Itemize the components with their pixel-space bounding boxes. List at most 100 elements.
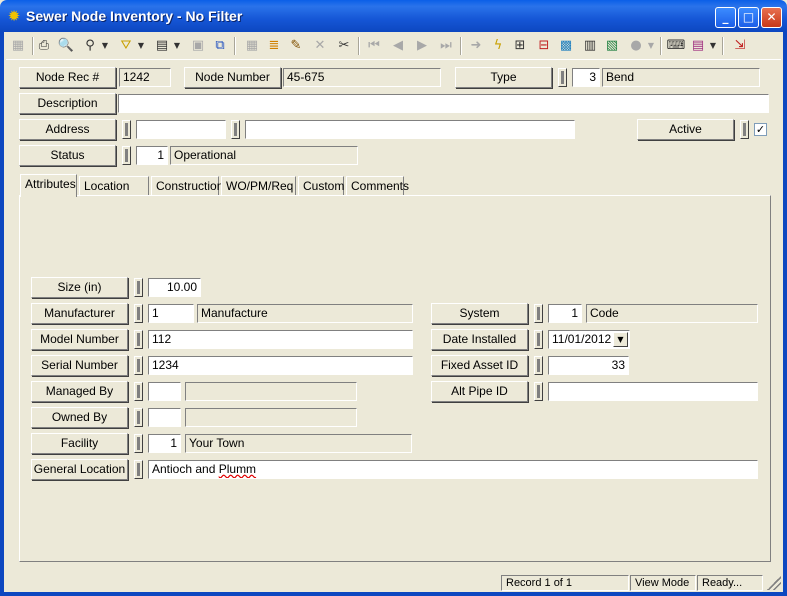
first-record-icon[interactable]: ⏮ [364,36,384,56]
last-record-icon[interactable]: ⏭ [436,36,456,56]
address-street-field[interactable] [245,120,575,139]
hierarchy-icon[interactable]: ⊟ [534,36,554,56]
tab-construction[interactable]: Construction [151,176,223,196]
owned-by-code-field[interactable] [148,408,181,427]
print-icon[interactable]: ⎙ [34,36,54,56]
find-icon[interactable]: ⚲ [80,36,100,56]
street-lookup-handle[interactable] [231,120,240,139]
status-lookup-handle[interactable] [122,146,131,165]
tab-location[interactable]: Location [79,176,149,196]
general-location-lookup-handle[interactable] [134,460,143,479]
maximize-button[interactable]: □ [738,7,759,28]
duplicate-icon[interactable]: ⧉ [210,36,230,56]
type-lookup-handle[interactable] [558,68,567,87]
type-button[interactable]: Type [455,67,552,88]
size-button[interactable]: Size (in) [31,277,128,298]
save-icon[interactable]: ▦ [242,36,262,56]
tab-custom[interactable]: Custom [298,176,344,196]
owned-by-button[interactable]: Owned By [31,407,128,428]
find-dropdown-icon[interactable]: ▼ [100,36,110,56]
report-icon[interactable]: ▤ [152,36,172,56]
system-lookup-handle[interactable] [534,304,543,323]
next-record-icon[interactable]: ▶ [412,36,432,56]
system-button[interactable]: System [431,303,528,324]
globe-icon[interactable]: ● [626,36,646,56]
general-location-button[interactable]: General Location [31,459,128,480]
facility-button[interactable]: Facility [31,433,128,454]
facility-lookup-handle[interactable] [134,434,143,453]
minimize-button[interactable]: _ [715,7,736,28]
alt-pipe-lookup-handle[interactable] [534,382,543,401]
serial-lookup-handle[interactable] [134,356,143,375]
serial-number-field[interactable]: 1234 [148,356,413,375]
layers-icon[interactable]: ≣ [264,36,284,56]
managed-by-button[interactable]: Managed By [31,381,128,402]
copy-record-icon[interactable]: ▣ [188,36,208,56]
tab-attributes[interactable]: Attributes [20,174,77,197]
globe-dropdown-icon[interactable]: ▼ [646,36,656,56]
active-button[interactable]: Active [637,119,734,140]
tab-wo-pm-req[interactable]: WO/PM/Req [221,176,296,196]
new-record-icon[interactable]: ▦ [8,36,28,56]
close-button[interactable]: ✕ [761,7,782,28]
edit-pencil-icon[interactable]: ✎ [286,36,306,56]
description-button[interactable]: Description [19,93,116,114]
serial-number-button[interactable]: Serial Number [31,355,128,376]
title-bar[interactable]: ✹ Sewer Node Inventory - No Filter _ □ ✕ [0,0,787,32]
books-icon[interactable]: ▤ [688,36,708,56]
general-location-field[interactable]: Antioch and Plumm [148,460,758,479]
print-preview-icon[interactable]: 🔍 [56,36,76,56]
exit-icon[interactable]: ⇲ [730,36,750,56]
manufacturer-lookup-handle[interactable] [134,304,143,323]
size-lookup-handle[interactable] [134,278,143,297]
goto-arrow-icon[interactable]: ➜ [466,36,486,56]
workflow-icon[interactable]: ⊞ [510,36,530,56]
calculator-icon[interactable]: ▥ [580,36,600,56]
date-dropdown-icon[interactable]: ▼ [613,332,628,347]
resize-grip-icon[interactable] [767,576,781,590]
cut-icon[interactable]: ✂ [334,36,354,56]
facility-code-field[interactable]: 1 [148,434,181,453]
status-button[interactable]: Status [19,145,116,166]
alt-pipe-field[interactable] [548,382,758,401]
address-number-field[interactable] [136,120,226,139]
keyboard-icon[interactable]: ⌨ [666,36,686,56]
system-code-field[interactable]: 1 [548,304,582,323]
active-checkbox[interactable]: ✓ [754,123,767,136]
date-installed-button[interactable]: Date Installed [431,329,528,350]
address-button[interactable]: Address [19,119,116,140]
report-dropdown-icon[interactable]: ▼ [172,36,182,56]
previous-record-icon[interactable]: ◀ [388,36,408,56]
lightning-icon[interactable]: ϟ [488,36,508,56]
active-lookup-handle[interactable] [740,120,749,139]
node-rec-button[interactable]: Node Rec # [19,67,116,88]
gis-icon[interactable]: ▧ [602,36,622,56]
node-number-button[interactable]: Node Number [184,67,281,88]
type-code-field[interactable]: 3 [572,68,600,87]
app-gear-icon[interactable]: ✹ [6,8,22,24]
model-number-field[interactable]: 112 [148,330,413,349]
model-lookup-handle[interactable] [134,330,143,349]
fixed-asset-button[interactable]: Fixed Asset ID [431,355,528,376]
managed-by-code-field[interactable] [148,382,181,401]
tab-comments[interactable]: Comments [346,176,409,196]
manufacturer-button[interactable]: Manufacturer [31,303,128,324]
map-icon[interactable]: ▩ [556,36,576,56]
address-lookup-handle[interactable] [122,120,131,139]
owned-by-lookup-handle[interactable] [134,408,143,427]
fixed-asset-lookup-handle[interactable] [534,356,543,375]
books-dropdown-icon[interactable]: ▼ [708,36,718,56]
filter-dropdown-icon[interactable]: ▼ [136,36,146,56]
managed-by-lookup-handle[interactable] [134,382,143,401]
status-code-field[interactable]: 1 [136,146,168,165]
fixed-asset-field[interactable]: 33 [548,356,629,375]
model-number-button[interactable]: Model Number [31,329,128,350]
manufacturer-code-field[interactable]: 1 [148,304,194,323]
filter-icon[interactable]: ⛛ [116,36,136,56]
toolbar-separator [234,37,236,55]
delete-icon[interactable]: ✕ [310,36,330,56]
alt-pipe-button[interactable]: Alt Pipe ID [431,381,528,402]
description-field[interactable] [118,94,769,113]
size-field[interactable]: 10.00 [148,278,201,297]
date-installed-lookup-handle[interactable] [534,330,543,349]
